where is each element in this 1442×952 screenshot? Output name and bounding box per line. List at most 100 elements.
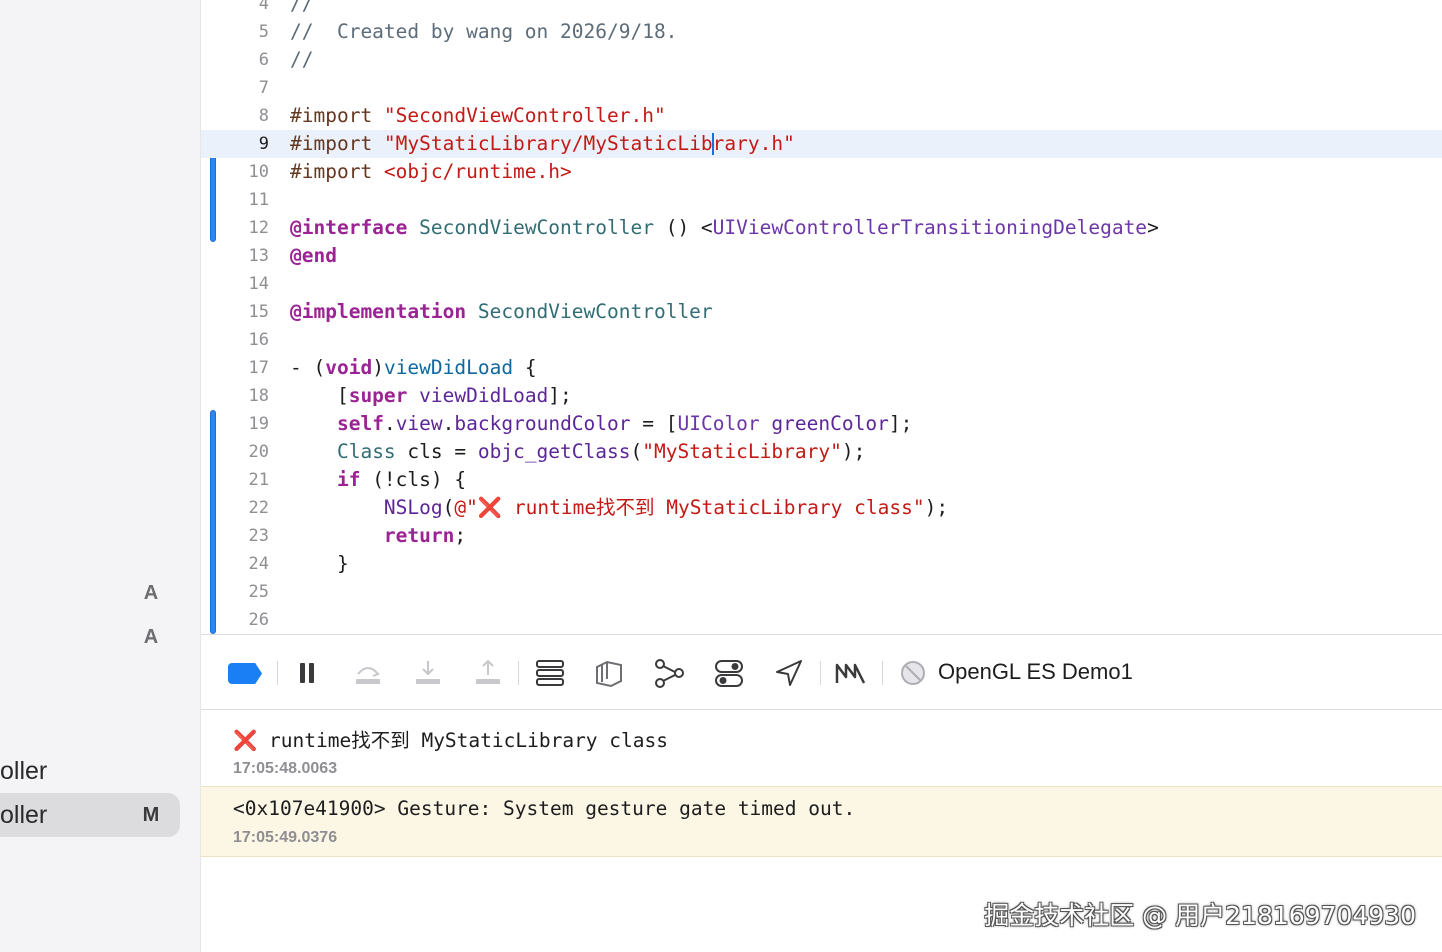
line-number[interactable]: 19	[223, 410, 269, 438]
console-entry[interactable]: ❌ runtime找不到 MyStaticLibrary class 17:05…	[201, 709, 1442, 786]
code-line[interactable]: 10 #import <objc/runtime.h>	[201, 158, 1442, 186]
line-number[interactable]: 18	[223, 382, 269, 410]
file-name: oller	[0, 801, 48, 829]
code-line[interactable]: 22 NSLog(@"❌ runtime找不到 MyStaticLibrary …	[201, 494, 1442, 522]
line-number[interactable]: 25	[223, 578, 269, 606]
line-number[interactable]: 21	[223, 466, 269, 494]
code-line[interactable]: 11	[201, 186, 1442, 214]
error-icon: ❌	[477, 496, 503, 519]
file-name: oller	[0, 757, 48, 785]
line-number[interactable]: 26	[223, 606, 269, 634]
code-text[interactable]: #import "MyStaticLibrary/MyStaticLibrary…	[290, 130, 795, 158]
line-number[interactable]: 12	[223, 214, 269, 242]
code-text[interactable]: Class cls = objc_getClass("MyStaticLibra…	[290, 438, 865, 466]
code-text[interactable]: #import "SecondViewController.h"	[290, 102, 666, 130]
code-line[interactable]: 6 //	[201, 46, 1442, 74]
line-number[interactable]: 10	[223, 158, 269, 186]
breakpoint-toggle-icon[interactable]	[228, 663, 262, 684]
line-number[interactable]: 7	[223, 74, 269, 102]
debug-toolbar: OpenGL ES Demo1	[201, 634, 1442, 710]
line-number[interactable]: 20	[223, 438, 269, 466]
debug-graph-icon[interactable]	[653, 657, 685, 689]
code-line[interactable]: 5 // Created by wang on 2026/9/18.	[201, 18, 1442, 46]
code-line[interactable]: 8 #import "SecondViewController.h"	[201, 102, 1442, 130]
console-message: ❌ runtime找不到 MyStaticLibrary class	[233, 729, 668, 752]
code-line[interactable]: 14	[201, 270, 1442, 298]
text-caret	[712, 133, 715, 155]
toolbar-divider	[518, 661, 519, 685]
code-editor[interactable]: 4 // 5 // Created by wang on 2026/9/18. 6 // 7…	[201, 0, 1442, 634]
code-text[interactable]: if (!cls) {	[290, 466, 466, 494]
code-text[interactable]: #import <objc/runtime.h>	[290, 158, 572, 186]
toolbar-divider	[882, 661, 883, 685]
navigator-file-row-selected[interactable]: oller M	[0, 793, 180, 837]
line-number[interactable]: 14	[223, 270, 269, 298]
error-icon: ❌	[233, 729, 258, 752]
code-text[interactable]: }	[290, 550, 349, 578]
source-control-badge: A	[143, 626, 159, 648]
line-number[interactable]: 17	[223, 354, 269, 382]
code-line[interactable]: 16	[201, 326, 1442, 354]
line-number[interactable]: 6	[223, 46, 269, 74]
line-number[interactable]: 22	[223, 494, 269, 522]
metal-capture-icon[interactable]	[834, 657, 866, 689]
code-text[interactable]: - (void)viewDidLoad {	[290, 354, 537, 382]
code-text[interactable]: //	[290, 0, 313, 18]
scheme-icon[interactable]	[899, 659, 927, 687]
code-line[interactable]: 25	[201, 578, 1442, 606]
line-number[interactable]: 11	[223, 186, 269, 214]
toolbar-divider	[277, 661, 278, 685]
code-text[interactable]: return;	[290, 522, 466, 550]
line-number[interactable]: 4	[223, 0, 269, 18]
step-over-icon[interactable]	[352, 657, 384, 689]
line-number[interactable]: 13	[223, 242, 269, 270]
code-line[interactable]: 23 return;	[201, 522, 1442, 550]
environment-overrides-icon[interactable]	[713, 657, 745, 689]
memory-graph-icon[interactable]	[593, 657, 625, 689]
code-line[interactable]: 24 }	[201, 550, 1442, 578]
code-line[interactable]: 7	[201, 74, 1442, 102]
project-navigator: A A oller oller M	[0, 0, 201, 952]
console-timestamp: 17:05:49.0376	[233, 829, 338, 846]
code-text[interactable]: //	[290, 46, 313, 74]
console-message: <0x107e41900> Gesture: System gesture ga…	[233, 797, 856, 820]
console-entry-warning[interactable]: <0x107e41900> Gesture: System gesture ga…	[201, 786, 1442, 857]
step-out-icon[interactable]	[472, 657, 504, 689]
line-number[interactable]: 24	[223, 550, 269, 578]
source-control-badge: A	[143, 582, 159, 604]
line-number[interactable]: 8	[223, 102, 269, 130]
line-number[interactable]: 23	[223, 522, 269, 550]
code-line[interactable]: 4 //	[201, 0, 1442, 18]
code-line[interactable]: 12 @interface SecondViewController () <UI…	[201, 214, 1442, 242]
line-number[interactable]: 16	[223, 326, 269, 354]
code-text[interactable]: @interface SecondViewController () <UIVi…	[290, 214, 1159, 242]
code-line[interactable]: 9 #import "MyStaticLibrary/MyStaticLibrar…	[201, 130, 1442, 158]
code-line[interactable]: 13 @end	[201, 242, 1442, 270]
file-status-badge: M	[142, 804, 160, 826]
code-line[interactable]: 21 if (!cls) {	[201, 466, 1442, 494]
line-number[interactable]: 5	[223, 18, 269, 46]
code-text[interactable]: self.view.backgroundColor = [UIColor gre…	[290, 410, 912, 438]
scheme-label[interactable]: OpenGL ES Demo1	[938, 659, 1133, 685]
simulate-location-icon[interactable]	[773, 657, 805, 689]
code-line[interactable]: 17 - (void)viewDidLoad {	[201, 354, 1442, 382]
navigator-file-row[interactable]: oller	[0, 749, 180, 793]
code-line[interactable]: 18 [super viewDidLoad];	[201, 382, 1442, 410]
code-line[interactable]: 15 @implementation SecondViewController	[201, 298, 1442, 326]
code-line[interactable]: 19 self.view.backgroundColor = [UIColor …	[201, 410, 1442, 438]
code-text[interactable]: // Created by wang on 2026/9/18.	[290, 18, 677, 46]
code-text[interactable]: [super viewDidLoad];	[290, 382, 572, 410]
code-text[interactable]: @end	[290, 242, 337, 270]
console-timestamp: 17:05:48.0063	[233, 760, 338, 777]
step-into-icon[interactable]	[412, 657, 444, 689]
line-number[interactable]: 9	[223, 130, 269, 158]
code-line[interactable]: 20 Class cls = objc_getClass("MyStaticLi…	[201, 438, 1442, 466]
watermark: 掘金技术社区 @ 用户218169704930	[984, 901, 1416, 930]
toolbar-divider	[820, 661, 821, 685]
view-hierarchy-icon[interactable]	[534, 657, 566, 689]
line-number[interactable]: 15	[223, 298, 269, 326]
code-text[interactable]: @implementation SecondViewController	[290, 298, 713, 326]
code-line[interactable]: 26	[201, 606, 1442, 634]
code-text[interactable]: NSLog(@"❌ runtime找不到 MyStaticLibrary cla…	[290, 494, 948, 522]
pause-icon[interactable]	[291, 657, 323, 689]
